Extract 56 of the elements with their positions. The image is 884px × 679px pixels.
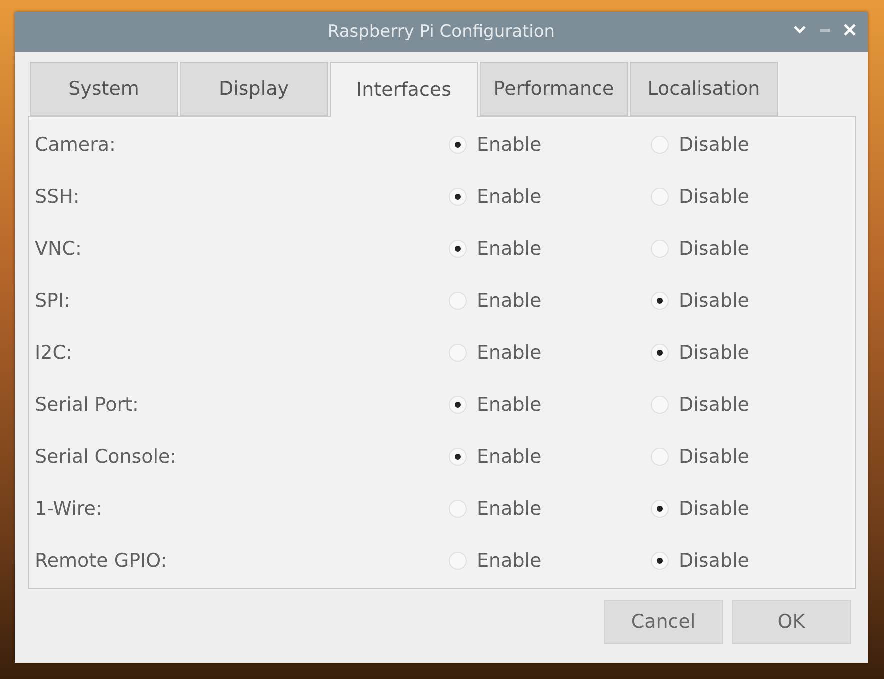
setting-label: Serial Port: <box>34 394 140 416</box>
radio-button[interactable] <box>449 500 467 518</box>
radio-button[interactable] <box>449 344 467 362</box>
tab[interactable]: Performance <box>480 62 628 116</box>
radio-label[interactable]: Disable <box>679 342 750 364</box>
radio-button[interactable] <box>651 448 669 466</box>
radio-button[interactable] <box>651 552 669 570</box>
radio-button[interactable] <box>449 292 467 310</box>
minimize-icon[interactable] <box>820 28 830 32</box>
radio-label[interactable]: Disable <box>679 238 750 260</box>
radio-label[interactable]: Disable <box>679 498 750 520</box>
radio-button[interactable] <box>651 240 669 258</box>
radio-button[interactable] <box>449 136 467 154</box>
setting-label: I2C: <box>34 342 74 364</box>
chevron-down-icon[interactable] <box>794 26 806 34</box>
radio-label[interactable]: Enable <box>477 550 542 572</box>
radio-label[interactable]: Enable <box>477 446 542 468</box>
setting-label: Remote GPIO: <box>34 550 168 572</box>
radio-label[interactable]: Disable <box>679 550 750 572</box>
radio-label[interactable]: Enable <box>477 134 542 156</box>
radio-button[interactable] <box>651 188 669 206</box>
radio-label[interactable]: Enable <box>477 342 542 364</box>
radio-label[interactable]: Enable <box>477 238 542 260</box>
radio-button[interactable] <box>449 448 467 466</box>
radio-button[interactable] <box>651 500 669 518</box>
radio-button[interactable] <box>449 552 467 570</box>
radio-label[interactable]: Enable <box>477 394 542 416</box>
setting-label: Serial Console: <box>34 446 178 468</box>
radio-label[interactable]: Disable <box>679 186 750 208</box>
setting-label: VNC: <box>34 238 83 260</box>
setting-label: Camera: <box>34 134 117 156</box>
radio-button[interactable] <box>651 396 669 414</box>
radio-button[interactable] <box>651 136 669 154</box>
radio-button[interactable] <box>449 188 467 206</box>
tab[interactable]: Localisation <box>630 62 778 116</box>
radio-label[interactable]: Disable <box>679 134 750 156</box>
setting-label: SSH: <box>34 186 81 208</box>
setting-label: 1-Wire: <box>34 498 104 520</box>
radio-label[interactable]: Disable <box>679 394 750 416</box>
tab[interactable]: System <box>30 62 178 116</box>
radio-button[interactable] <box>449 396 467 414</box>
tab[interactable]: Display <box>180 62 328 116</box>
radio-button[interactable] <box>651 344 669 362</box>
window-title: Raspberry Pi Configuration <box>328 22 556 42</box>
radio-label[interactable]: Enable <box>477 186 542 208</box>
radio-label[interactable]: Disable <box>679 290 750 312</box>
radio-button[interactable] <box>449 240 467 258</box>
radio-label[interactable]: Enable <box>477 498 542 520</box>
cancel-button[interactable]: Cancel <box>604 600 723 644</box>
radio-label[interactable]: Enable <box>477 290 542 312</box>
radio-button[interactable] <box>651 292 669 310</box>
tab[interactable]: Interfaces <box>330 62 478 117</box>
ok-button[interactable]: OK <box>732 600 851 644</box>
setting-label: SPI: <box>34 290 72 312</box>
close-icon[interactable] <box>844 24 856 36</box>
radio-label[interactable]: Disable <box>679 446 750 468</box>
